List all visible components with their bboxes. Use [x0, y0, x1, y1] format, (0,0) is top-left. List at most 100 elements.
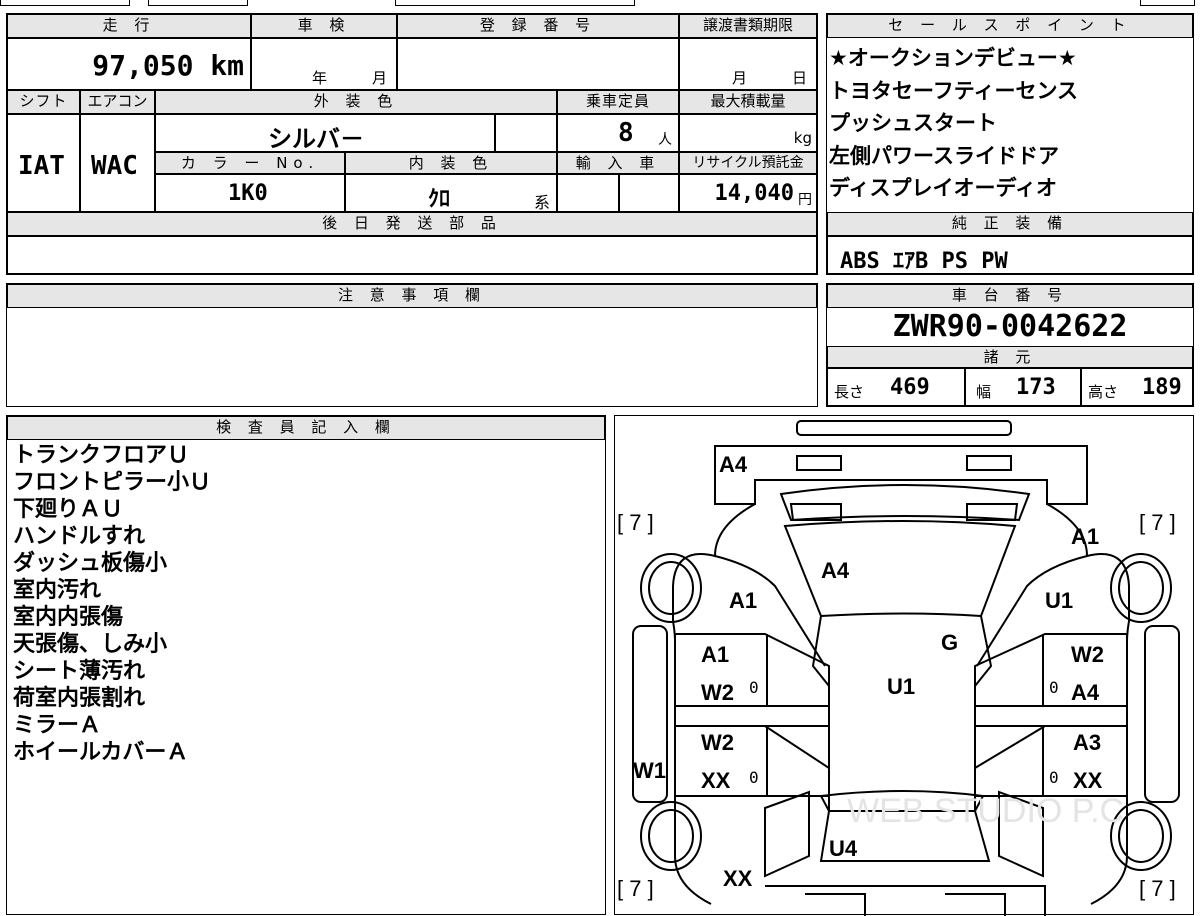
right-front-door-a-code: A3: [1073, 730, 1102, 755]
capacity-value: 8: [618, 118, 634, 148]
later-parts-header: 後 日 発 送 部 品: [7, 212, 817, 236]
capacity-header: 乗車定員: [557, 90, 679, 114]
interior-color-value: ｸﾛ: [428, 187, 451, 212]
shaken-month-label: 月: [372, 69, 388, 87]
mileage-header: 走 行: [7, 14, 251, 38]
shaken-year-label: 年: [312, 69, 328, 87]
inspector-note: 室内内張傷: [13, 605, 124, 630]
interior-color-cell: ｸﾛ 系: [345, 174, 557, 212]
transfer-month-label: 月: [732, 69, 748, 87]
front-left-code: XX: [723, 866, 753, 891]
spec-width-cell: 幅 173: [965, 368, 1081, 406]
import-cell-a: [557, 174, 619, 212]
chassis-cell: ZWR90-0042622: [827, 308, 1193, 346]
left-front-door-w-code: W2: [701, 730, 734, 755]
inspector-notes-list: トランクフロアＵ フロントピラー小Ｕ 下廻りＡＵ ハンドルすれ ダッシュ板傷小 …: [13, 442, 211, 766]
spec-height-cell: 高さ 189: [1081, 368, 1193, 406]
right-quarter-a-code: A1: [1071, 524, 1100, 549]
left-front-door-zero: 0: [749, 768, 759, 787]
sales-point-item: 左側パワースライドドア: [829, 143, 1059, 168]
inspector-note: 荷室内張割れ: [13, 686, 146, 711]
right-rear-door-zero: 0: [1049, 678, 1059, 697]
later-parts-cell: [7, 236, 817, 274]
left-quarter-code: A1: [729, 588, 758, 613]
roof-u-code: U1: [887, 674, 916, 699]
inspector-note: 下廻りＡＵ: [13, 497, 124, 522]
exterior-color-extra-cell: [495, 114, 557, 152]
shift-header: シフト: [7, 90, 80, 114]
spec-length-label: 長さ: [834, 383, 865, 401]
interior-color-header: 内 装 色: [345, 152, 557, 174]
left-rear-door-zero: 0: [749, 678, 759, 697]
sales-point-item: ディスプレイオーディオ: [829, 176, 1058, 200]
color-no-value: 1K0: [228, 181, 268, 206]
spec-height-label: 高さ: [1088, 383, 1119, 401]
inspector-panel: 検 査 員 記 入 欄 トランクフロアＵ フロントピラー小Ｕ 下廻りＡＵ ハンド…: [6, 415, 606, 915]
inspector-note: ダッシュ板傷小: [13, 551, 168, 576]
shaken-header: 車 検: [251, 14, 397, 38]
shaken-cell: 年 月: [251, 38, 397, 90]
import-header: 輸 入 車: [557, 152, 679, 174]
left-rear-door-w-code: W2: [701, 680, 734, 705]
sales-points-list: ★オークションデビュー★ トヨタセーフティーセンス プッシュスタート 左側パワー…: [829, 42, 1191, 205]
chassis-header: 車 台 番 号: [827, 284, 1193, 308]
mileage-cell: 97,050 km: [7, 38, 251, 90]
sales-point-item: トヨタセーフティーセンス: [829, 78, 1079, 103]
specs-header: 諸 元: [827, 346, 1193, 368]
exterior-color-header: 外 装 色: [155, 90, 557, 114]
right-quarter-u-code: U1: [1045, 588, 1074, 613]
sales-point-item: プッシュスタート: [829, 111, 997, 135]
back-glass-code: A4: [821, 558, 850, 583]
genuine-equipment-header: 純 正 装 備: [827, 212, 1193, 236]
recycle-value: 14,040: [714, 181, 794, 206]
recycle-header: リサイクル預託金: [679, 152, 817, 174]
top-edge-strip: [0, 0, 1200, 6]
registration-header: 登 録 番 号: [397, 14, 679, 38]
inspector-note: ハンドルすれ: [13, 524, 146, 549]
shift-cell: IAT: [7, 114, 80, 212]
caution-panel: 注 意 事 項 欄: [6, 283, 818, 407]
recycle-cell: 14,040 円: [679, 174, 817, 212]
right-rear-door-a-code: A4: [1071, 680, 1100, 705]
genuine-equipment-cell: ABS ｴｱB PS PW: [827, 236, 1193, 274]
import-cell-b: [619, 174, 679, 212]
mileage-value: 97,050 km: [92, 49, 244, 82]
color-no-cell: 1K0: [155, 174, 345, 212]
spec-length-cell: 長さ 469: [827, 368, 965, 406]
tire-rear-right-label: [ 7 ]: [1139, 510, 1176, 535]
rear-bumper-code: A4: [719, 452, 748, 477]
max-load-unit: kg: [793, 129, 812, 147]
inspector-header: 検 査 員 記 入 欄: [7, 416, 605, 440]
left-front-door-x-code: XX: [701, 768, 731, 793]
left-rear-door-a-code: A1: [701, 642, 730, 667]
capacity-unit: 人: [658, 132, 672, 148]
max-load-cell: kg: [679, 114, 817, 152]
recycle-unit: 円: [798, 192, 812, 208]
damage-diagram-panel: [ 7 ] [ 7 ] [ 7 ] [ 7 ] A4 A4 A1 A1 U1 G…: [614, 415, 1194, 916]
spec-height-value: 189: [1142, 375, 1182, 400]
caution-header: 注 意 事 項 欄: [7, 284, 817, 308]
right-rear-door-w-code: W2: [1071, 642, 1104, 667]
chassis-number: ZWR90-0042622: [892, 309, 1128, 344]
inspector-note: ホイールカバーＡ: [13, 740, 189, 765]
tire-rear-left-label: [ 7 ]: [617, 510, 654, 535]
shift-value: IAT: [18, 151, 65, 181]
inspector-note: ミラーＡ: [13, 713, 102, 738]
vehicle-info-table: 走 行 車 検 登 録 番 号 譲渡書類期限 97,050 km 年 月 月 日…: [6, 13, 818, 275]
exterior-color-cell: シルバ－: [155, 114, 495, 153]
inspector-note: 天張傷、しみ小: [13, 632, 168, 657]
left-step-code: W1: [633, 758, 666, 783]
transfer-deadline-header: 譲渡書類期限: [679, 14, 817, 38]
sales-point-item: ★オークションデビュー★: [829, 46, 1077, 70]
registration-cell: [397, 38, 679, 90]
inspector-note: 室内汚れ: [13, 578, 102, 603]
sales-points-header: セ ー ル ス ポ イ ン ト: [827, 14, 1193, 38]
transfer-day-label: 日: [792, 69, 808, 87]
inspector-note: シート薄汚れ: [13, 659, 146, 684]
chassis-specs-panel: 車 台 番 号 ZWR90-0042622 諸 元 長さ 469 幅 173 高…: [826, 283, 1194, 407]
transfer-deadline-cell: 月 日: [679, 38, 817, 90]
aircon-cell: WAC: [80, 114, 155, 212]
color-no-header: カ ラ ー No.: [155, 152, 345, 174]
right-front-door-x-code: XX: [1073, 768, 1103, 793]
spec-width-value: 173: [1016, 375, 1056, 400]
